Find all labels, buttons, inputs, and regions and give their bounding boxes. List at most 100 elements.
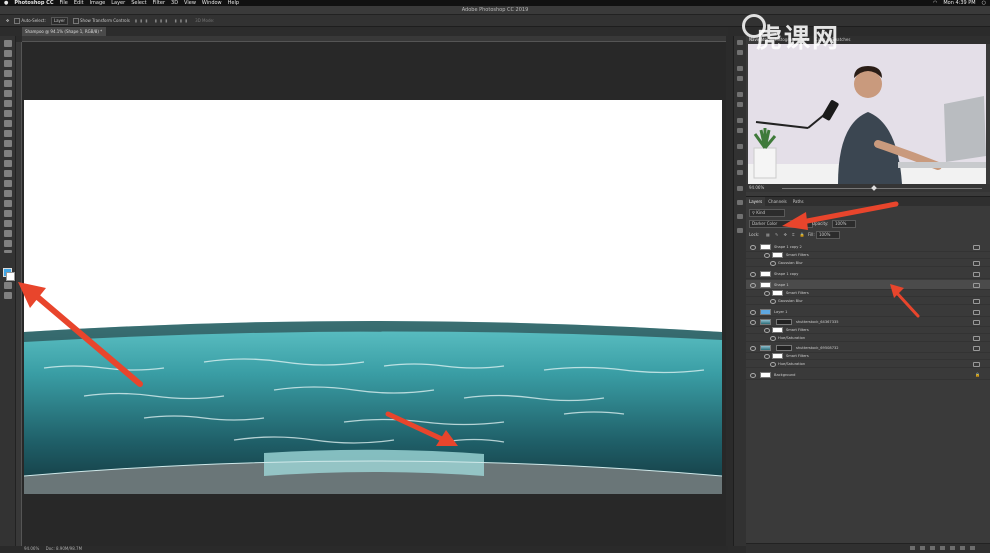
dodge-tool-icon[interactable]	[4, 180, 12, 187]
lock-icon[interactable]: 🔒	[975, 372, 980, 377]
filter-options-icon[interactable]	[973, 336, 980, 341]
smart-filters-row[interactable]: Smart Filters	[746, 251, 990, 259]
visibility-eye-icon[interactable]	[764, 253, 770, 258]
navigator-icon[interactable]	[737, 186, 743, 191]
layer-row[interactable]: Layer 1	[746, 307, 990, 317]
layer-name: Shape 1 copy	[774, 271, 799, 276]
styles-icon[interactable]	[737, 76, 743, 81]
filter-options-icon[interactable]	[973, 362, 980, 367]
layer-row[interactable]: Shape 1 copy	[746, 269, 990, 279]
layer-name: shutterstock_64367335	[796, 319, 839, 324]
trash-icon[interactable]	[970, 546, 975, 550]
more-tools-icon[interactable]	[4, 250, 12, 253]
move-tool-icon[interactable]	[4, 40, 12, 47]
marquee-tool-icon[interactable]	[4, 50, 12, 57]
eyedropper-tool-icon[interactable]	[4, 100, 12, 107]
history-icon[interactable]	[737, 40, 743, 45]
auto-select-dropdown[interactable]: Layer	[50, 16, 69, 25]
smart-filters-row[interactable]: Smart Filters	[746, 326, 990, 334]
filter-options-icon[interactable]	[973, 261, 980, 266]
paragraph-icon[interactable]	[737, 102, 743, 107]
brush-settings-icon[interactable]	[737, 118, 743, 123]
visibility-eye-icon[interactable]	[750, 283, 756, 288]
path-select-icon[interactable]	[4, 210, 12, 217]
visibility-eye-icon[interactable]	[750, 346, 756, 351]
smart-object-icon[interactable]	[973, 320, 980, 325]
filter-row[interactable]: Gaussian Blur	[746, 297, 990, 305]
quick-mask-icon[interactable]	[4, 282, 12, 289]
background-color-swatch[interactable]	[6, 272, 15, 281]
smart-object-icon[interactable]	[973, 283, 980, 288]
filter-row[interactable]: Hue/Saturation	[746, 334, 990, 342]
pen-tool-icon[interactable]	[4, 190, 12, 197]
adjustments-icon[interactable]	[737, 66, 743, 71]
filter-row[interactable]: Hue/Saturation	[746, 360, 990, 368]
healing-brush-icon[interactable]	[4, 110, 12, 117]
character-icon[interactable]	[737, 92, 743, 97]
visibility-eye-icon[interactable]	[750, 320, 756, 325]
new-group-icon[interactable]	[950, 546, 955, 550]
navigator-preview-webcam[interactable]	[748, 44, 986, 184]
smart-object-icon[interactable]	[973, 310, 980, 315]
history-brush-icon[interactable]	[4, 140, 12, 147]
properties-icon[interactable]	[737, 50, 743, 55]
glyphs-icon[interactable]	[737, 170, 743, 175]
filter-row[interactable]: Gaussian Blur	[746, 259, 990, 267]
clone-stamp-icon[interactable]	[4, 130, 12, 137]
link-layers-icon[interactable]	[910, 546, 915, 550]
visibility-eye-icon[interactable]	[770, 362, 776, 367]
layer-mask-thumbnail[interactable]	[776, 319, 792, 325]
eraser-tool-icon[interactable]	[4, 150, 12, 157]
brushes-icon[interactable]	[737, 128, 743, 133]
gradient-tool-icon[interactable]	[4, 160, 12, 167]
navigator-zoom-value[interactable]: 94.06%	[749, 185, 764, 190]
type-tool-icon[interactable]	[4, 200, 12, 207]
move-tool-icon[interactable]: ✥	[6, 15, 9, 27]
filter-options-icon[interactable]	[973, 299, 980, 304]
channels-icon[interactable]	[737, 214, 743, 219]
new-layer-icon[interactable]	[960, 546, 965, 550]
zoom-tool-icon[interactable]	[4, 240, 12, 247]
layer-mask-thumbnail[interactable]	[776, 345, 792, 351]
layer-name: Layer 1	[774, 309, 788, 314]
visibility-eye-icon[interactable]	[750, 245, 756, 250]
transform-controls-checkbox[interactable]: Show Transform Controls	[73, 15, 130, 27]
hand-tool-icon[interactable]	[4, 230, 12, 237]
navigator-zoom-slider[interactable]	[782, 188, 982, 189]
libraries-icon[interactable]	[737, 160, 743, 165]
visibility-eye-icon[interactable]	[750, 272, 756, 277]
visibility-eye-icon[interactable]	[764, 291, 770, 296]
layers-icon[interactable]	[737, 200, 743, 205]
add-mask-icon[interactable]	[930, 546, 935, 550]
visibility-eye-icon[interactable]	[750, 310, 756, 315]
layer-row[interactable]: Background 🔒	[746, 370, 990, 380]
smart-filters-row[interactable]: Smart Filters	[746, 289, 990, 297]
align-icons[interactable]: ▮▮▮ ▮▮▮ ▮▮▮	[135, 15, 190, 27]
blur-tool-icon[interactable]	[4, 170, 12, 177]
smart-object-icon[interactable]	[973, 272, 980, 277]
add-style-icon[interactable]	[920, 546, 925, 550]
smart-object-icon[interactable]	[973, 346, 980, 351]
quick-select-tool-icon[interactable]	[4, 70, 12, 77]
crop-tool-icon[interactable]	[4, 80, 12, 87]
clone-source-icon[interactable]	[737, 144, 743, 149]
screen-mode-icon[interactable]	[4, 292, 12, 299]
smart-object-icon[interactable]	[973, 245, 980, 250]
shape-tool-icon[interactable]	[4, 220, 12, 227]
visibility-eye-icon[interactable]	[750, 373, 756, 378]
visibility-eye-icon[interactable]	[770, 261, 776, 266]
paths-icon[interactable]	[737, 228, 743, 233]
auto-select-checkbox[interactable]: Auto-Select:	[14, 15, 46, 27]
brush-tool-icon[interactable]	[4, 120, 12, 127]
document-tab[interactable]: Shampoo @ 94.1% (Shape 1, RGB/8) *	[22, 27, 106, 36]
lasso-tool-icon[interactable]	[4, 60, 12, 67]
visibility-eye-icon[interactable]	[770, 299, 776, 304]
tab-layers[interactable]: Layers	[746, 197, 766, 206]
smart-filters-row[interactable]: Smart Filters	[746, 352, 990, 360]
frame-tool-icon[interactable]	[4, 90, 12, 97]
visibility-eye-icon[interactable]	[770, 336, 776, 341]
status-zoom[interactable]: 94.06%	[24, 546, 39, 551]
visibility-eye-icon[interactable]	[764, 328, 770, 333]
visibility-eye-icon[interactable]	[764, 354, 770, 359]
new-adjustment-icon[interactable]	[940, 546, 945, 550]
